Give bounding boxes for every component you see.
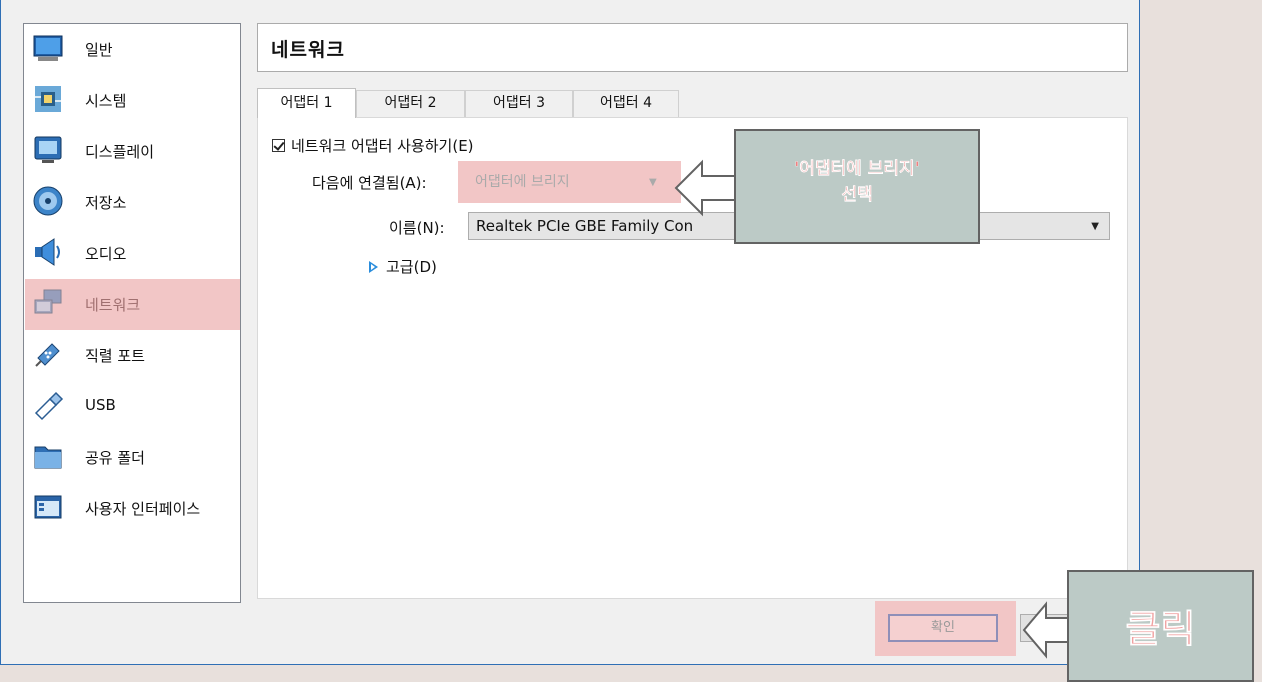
checkbox-checked-icon[interactable] [272, 139, 285, 152]
callout-line-1: '어댑터에 브리지' [794, 159, 920, 179]
attached-to-label: 다음에 연결됨(A): [312, 174, 427, 192]
settings-sidebar: 일반 시스템 디스플레이 저장소 오디오 네트워크 직렬 포트 USB 공유 폴… [23, 23, 241, 603]
sidebar-item-label: 일반 [85, 41, 113, 59]
sidebar-item-general[interactable]: 일반 [25, 24, 240, 75]
sidebar-item-usb[interactable]: USB [25, 381, 240, 432]
callout-arrow-left-icon [674, 159, 739, 217]
sidebar-item-label: 공유 폴더 [85, 449, 145, 467]
adapter-name-label: 이름(N): [389, 219, 445, 237]
callout-text: '어댑터에 브리지' 선택 [736, 156, 978, 208]
ok-button[interactable]: 확인 [888, 614, 998, 642]
attached-to-select[interactable]: 어댑터에 브리지 ▼ [467, 170, 677, 195]
sidebar-item-user-interface[interactable]: 사용자 인터페이스 [25, 483, 240, 534]
usb-icon [34, 391, 64, 421]
advanced-label: 고급(D) [386, 258, 437, 276]
disk-icon [33, 186, 63, 216]
tab-label: 어댑터 3 [493, 95, 545, 111]
adapter-name-value: Realtek PCIe GBE Family Con [476, 217, 694, 235]
folder-icon [34, 446, 62, 469]
tab-adapter-4[interactable]: 어댑터 4 [573, 90, 679, 117]
speaker-icon [35, 238, 60, 266]
sidebar-item-label: 오디오 [85, 245, 127, 263]
sidebar-item-display[interactable]: 디스플레이 [25, 126, 240, 177]
callout-select-bridged: '어댑터에 브리지' 선택 [734, 129, 980, 244]
attached-to-value: 어댑터에 브리지 [475, 174, 570, 190]
serial-port-icon [35, 343, 60, 367]
sidebar-item-system[interactable]: 시스템 [25, 75, 240, 126]
sidebar-item-label: 네트워크 [85, 296, 141, 314]
network-icon [34, 289, 62, 314]
sidebar-item-label: 사용자 인터페이스 [85, 500, 201, 518]
chevron-down-icon: ▼ [1091, 221, 1099, 232]
sidebar-item-shared-folders[interactable]: 공유 폴더 [25, 432, 240, 483]
callout-click-text: 클릭 [1125, 607, 1196, 652]
sidebar-item-storage[interactable]: 저장소 [25, 177, 240, 228]
enable-adapter-checkbox[interactable]: 네트워크 어댑터 사용하기(E) [272, 135, 474, 156]
chevron-down-icon: ▼ [649, 177, 657, 188]
sidebar-item-label: 시스템 [85, 92, 127, 110]
chip-icon [35, 86, 61, 112]
page-title-box: 네트워크 [257, 23, 1128, 72]
page-title: 네트워크 [271, 39, 345, 61]
tab-adapter-2[interactable]: 어댑터 2 [356, 90, 465, 117]
sidebar-item-label: 직렬 포트 [85, 347, 145, 365]
ui-window-icon [34, 495, 62, 519]
advanced-toggle[interactable]: 고급(D) [369, 256, 437, 277]
sidebar-item-label: 저장소 [85, 194, 127, 212]
tab-adapter-3[interactable]: 어댑터 3 [465, 90, 573, 117]
tab-label: 어댑터 2 [384, 95, 437, 111]
callout-click: 클릭 [1067, 570, 1254, 682]
settings-dialog: 일반 시스템 디스플레이 저장소 오디오 네트워크 직렬 포트 USB 공유 폴… [0, 0, 1140, 665]
tab-label: 어댑터 4 [600, 95, 652, 111]
tab-adapter-1[interactable]: 어댑터 1 [257, 88, 356, 118]
sidebar-item-network[interactable]: 네트워크 [25, 279, 240, 330]
sidebar-item-serial-ports[interactable]: 직렬 포트 [25, 330, 240, 381]
tab-label: 어댑터 1 [280, 95, 333, 111]
ok-button-label: 확인 [931, 620, 955, 635]
sidebar-item-label: 디스플레이 [85, 143, 155, 161]
expand-arrow-icon [369, 260, 378, 273]
callout-line-2: 선택 [841, 185, 873, 205]
monitor-icon [33, 35, 63, 61]
enable-adapter-label: 네트워크 어댑터 사용하기(E) [291, 137, 474, 155]
display-icon [34, 136, 62, 163]
sidebar-item-label: USB [85, 396, 116, 414]
sidebar-item-audio[interactable]: 오디오 [25, 228, 240, 279]
